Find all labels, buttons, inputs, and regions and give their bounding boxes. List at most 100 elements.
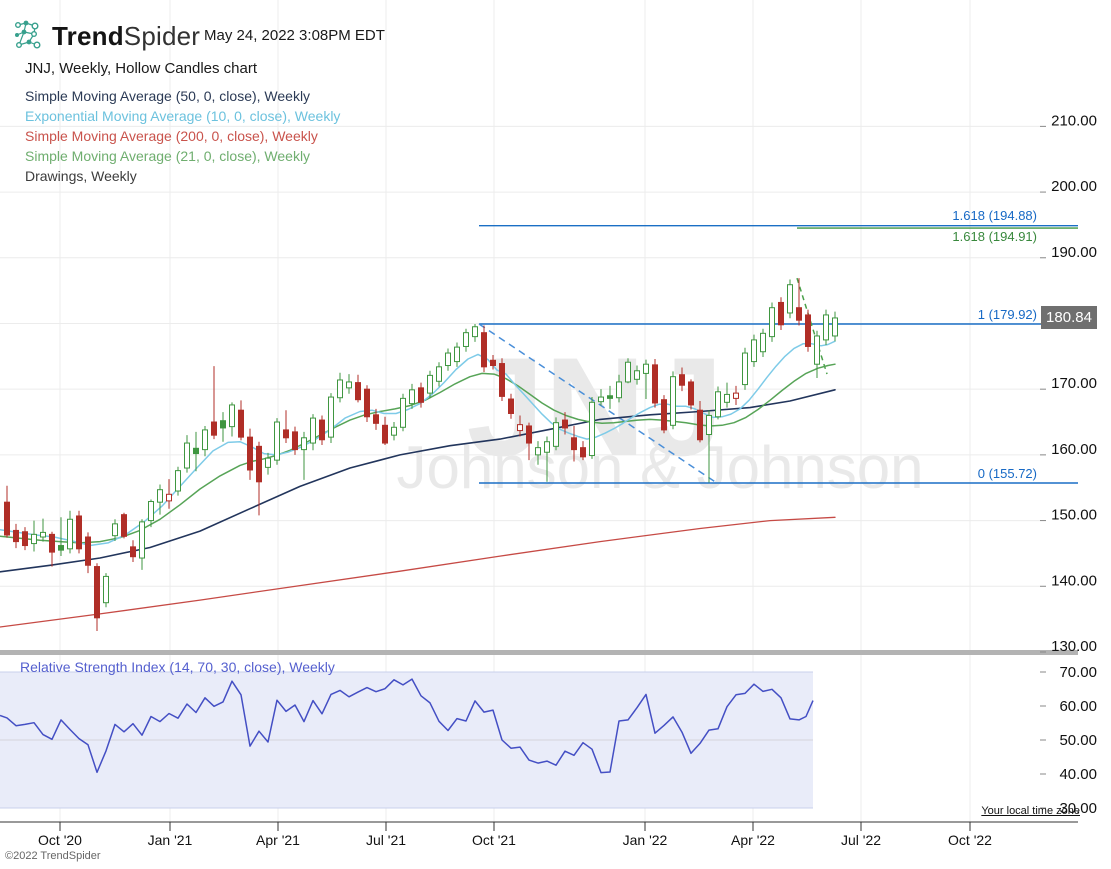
candle-body xyxy=(481,332,487,368)
candle-body xyxy=(661,399,667,431)
chart-title: JNJ, Weekly, Hollow Candles chart xyxy=(25,60,258,77)
price-axis-label: 160.00 xyxy=(1051,441,1097,458)
fib-label-1: 1 (179.92) xyxy=(977,307,1037,322)
legend-sma200[interactable]: Simple Moving Average (200, 0, close), W… xyxy=(25,126,340,146)
candle-body xyxy=(499,363,505,397)
candle-body xyxy=(31,533,37,545)
candle-body xyxy=(400,397,406,428)
candle-body xyxy=(778,301,784,326)
trendspider-logo-icon xyxy=(10,18,44,55)
candle-body xyxy=(517,424,523,432)
fib-label-1618-blue: 1.618 (194.88) xyxy=(952,208,1037,223)
x-axis-label: Apr '21 xyxy=(256,832,300,848)
candle-body xyxy=(697,409,703,441)
candle-body xyxy=(598,396,604,403)
x-axis-label: Jul '22 xyxy=(841,832,881,848)
price-axis-label: 190.00 xyxy=(1051,244,1097,261)
candle-body xyxy=(760,332,766,353)
candle-body xyxy=(571,437,577,451)
candle-body xyxy=(184,442,190,469)
x-axis-label: Oct '21 xyxy=(472,832,516,848)
candle-body xyxy=(616,381,622,399)
candle-body xyxy=(427,374,433,394)
candle-body xyxy=(148,501,154,522)
copyright-note: ©2022 TrendSpider xyxy=(5,850,101,862)
candle-body xyxy=(85,536,91,566)
current-price-badge: 180.84 xyxy=(1041,306,1097,329)
price-axis-label: 200.00 xyxy=(1051,178,1097,195)
x-axis-label: Jan '21 xyxy=(148,832,193,848)
x-axis-label: Jan '22 xyxy=(623,832,668,848)
candle-body xyxy=(418,387,424,403)
candle-body xyxy=(4,501,10,536)
candle-body xyxy=(544,441,550,453)
candle-body xyxy=(733,392,739,399)
candle-body xyxy=(130,546,136,558)
candle-body xyxy=(409,389,415,405)
brand-header: TrendSpider xyxy=(10,18,200,55)
price-axis-label: 150.00 xyxy=(1051,507,1097,524)
candle-body xyxy=(310,417,316,444)
legend-sma50[interactable]: Simple Moving Average (50, 0, close), We… xyxy=(25,86,340,106)
rsi-axis-label: 60.00 xyxy=(1059,698,1097,715)
candle-body xyxy=(652,364,658,404)
legend-drawings[interactable]: Drawings, Weekly xyxy=(25,166,340,186)
candle-body xyxy=(670,376,676,426)
trendline-dashed xyxy=(796,277,828,375)
candle-body xyxy=(679,374,685,386)
candle-body xyxy=(13,529,19,543)
candle-body xyxy=(355,382,361,401)
candle-body xyxy=(751,339,757,363)
legend-sma21[interactable]: Simple Moving Average (21, 0, close), We… xyxy=(25,146,340,166)
candle-body xyxy=(166,493,172,502)
candle-body xyxy=(634,370,640,380)
candle-body xyxy=(769,307,775,338)
candle-body xyxy=(535,447,541,456)
candle-body xyxy=(22,531,28,547)
candle-body xyxy=(328,396,334,438)
x-axis-label: Oct '22 xyxy=(948,832,992,848)
price-axis-label: 130.00 xyxy=(1051,638,1097,655)
candle-body xyxy=(607,395,613,399)
candle-body xyxy=(220,420,226,429)
candle-body xyxy=(436,366,442,382)
candle-body xyxy=(346,381,352,389)
candle-body xyxy=(391,426,397,436)
fib-label-1618-green: 1.618 (194.91) xyxy=(952,229,1037,244)
candle-body xyxy=(301,437,307,451)
x-axis-label: Jul '21 xyxy=(366,832,406,848)
candle-body xyxy=(157,489,163,503)
candle-body xyxy=(238,409,244,438)
candle-body xyxy=(490,359,496,367)
candle-body xyxy=(742,352,748,386)
candle-body xyxy=(805,314,811,347)
candle-body xyxy=(76,515,82,550)
brand-name: TrendSpider xyxy=(52,21,200,52)
indicator-legend: Simple Moving Average (50, 0, close), We… xyxy=(25,86,340,186)
candle-body xyxy=(292,431,298,451)
candle-body xyxy=(283,429,289,439)
chart-timestamp: May 24, 2022 3:08PM EDT xyxy=(204,27,385,44)
candle-body xyxy=(382,424,388,444)
price-axis-label: 210.00 xyxy=(1051,112,1097,129)
price-axis-label: 170.00 xyxy=(1051,375,1097,392)
candle-body xyxy=(103,575,109,604)
candle-body xyxy=(139,521,145,559)
x-axis-label: Oct '20 xyxy=(38,832,82,848)
brand-name-trend: Trend xyxy=(52,21,124,51)
candle-body xyxy=(463,332,469,347)
pane-separator xyxy=(0,650,1078,655)
timezone-note[interactable]: Your local time zone xyxy=(981,805,1080,817)
candle-body xyxy=(364,388,370,418)
brand-name-spider: Spider xyxy=(123,21,201,51)
candle-body xyxy=(796,307,802,321)
x-axis-label: Apr '22 xyxy=(731,832,775,848)
candle-body xyxy=(229,404,235,428)
rsi-axis-label: 50.00 xyxy=(1059,732,1097,749)
candle-body xyxy=(211,421,217,436)
candle-body xyxy=(823,314,829,341)
rsi-indicator-label[interactable]: Relative Strength Index (14, 70, 30, clo… xyxy=(20,659,335,675)
candle-body xyxy=(58,545,64,551)
legend-ema10[interactable]: Exponential Moving Average (10, 0, close… xyxy=(25,106,340,126)
candle-body xyxy=(67,518,73,550)
